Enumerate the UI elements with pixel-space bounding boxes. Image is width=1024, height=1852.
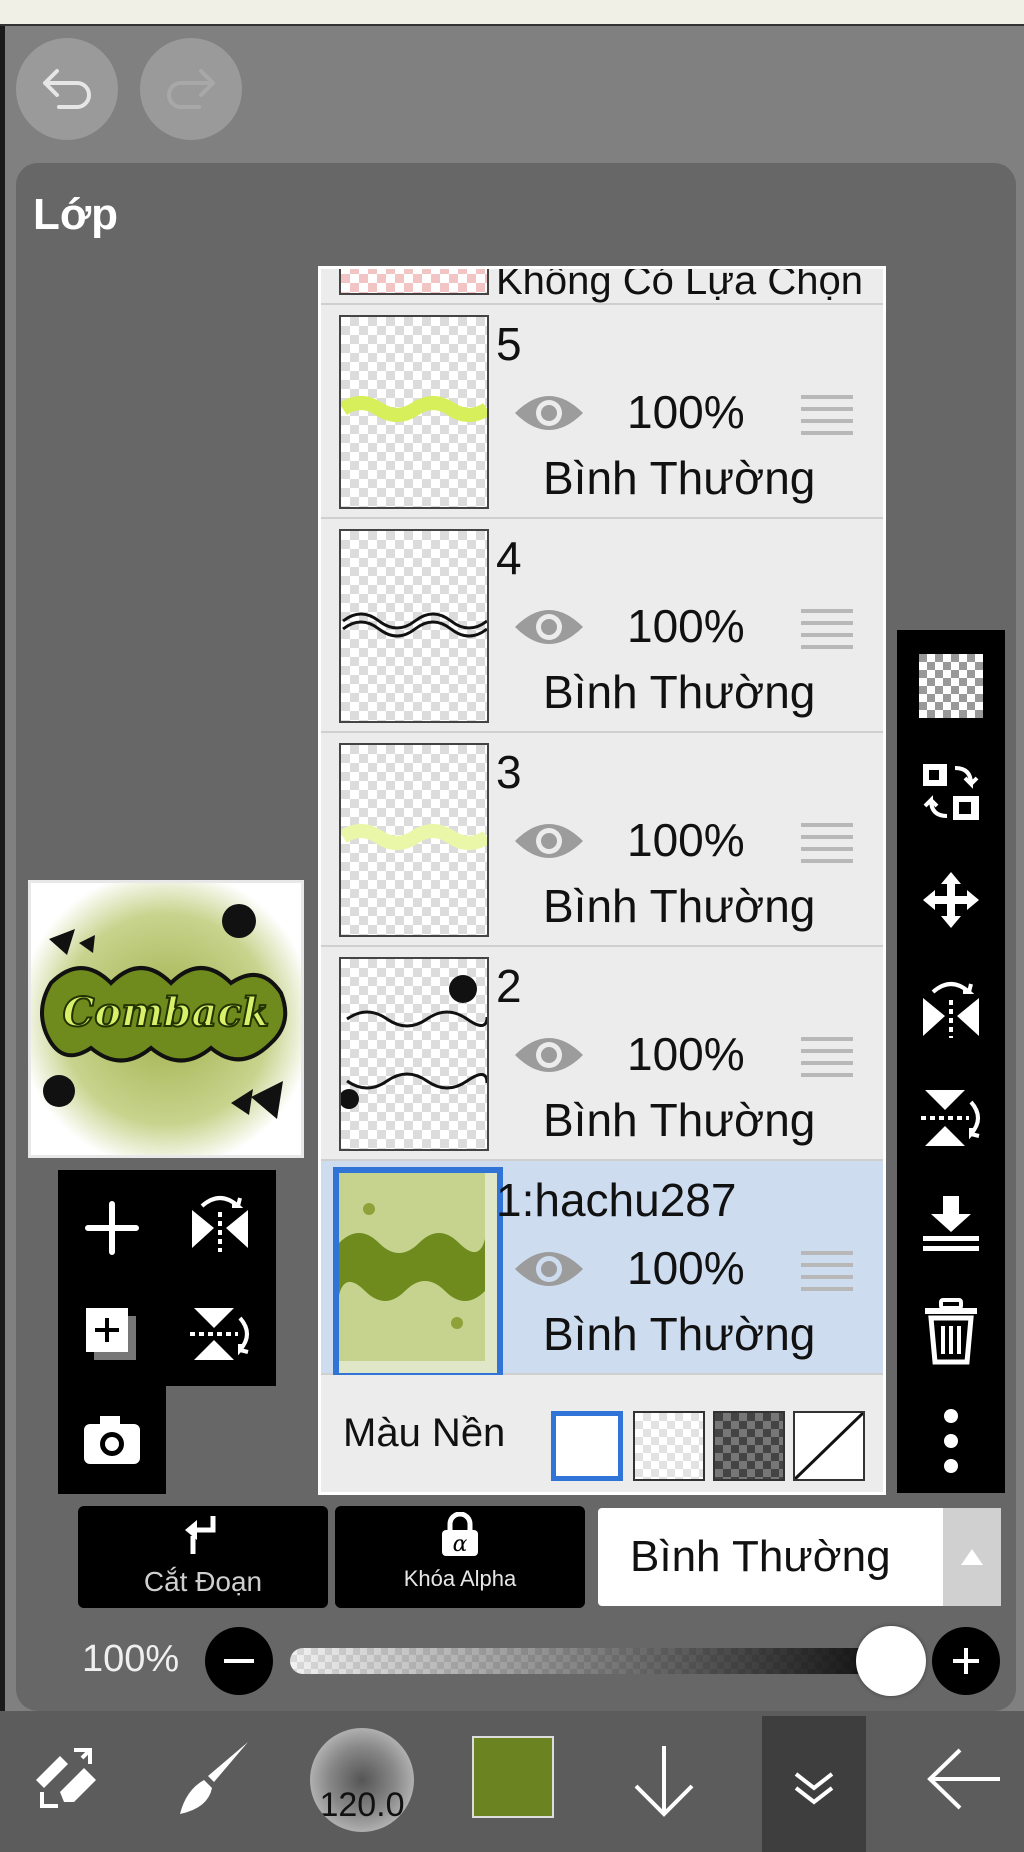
dropdown-arrow-icon[interactable] (943, 1508, 1001, 1606)
flip-vertical-icon[interactable] (897, 1084, 1005, 1148)
layer-row-selection[interactable]: Không Có Lựa Chọn (321, 266, 883, 305)
slider-thumb[interactable] (856, 1626, 926, 1696)
status-strip (0, 0, 1024, 26)
eye-icon[interactable] (511, 387, 587, 444)
layer-row[interactable]: 5 100% Bình Thường (321, 305, 883, 519)
redo-icon (167, 69, 215, 109)
svg-text:α: α (453, 1532, 468, 1557)
chevron-double-down-icon (794, 1772, 834, 1805)
more-icon[interactable] (897, 1406, 1005, 1476)
layer-row[interactable]: 4 100% Bình Thường (321, 519, 883, 733)
layer-name: 4 (496, 532, 522, 584)
redo-button[interactable] (140, 38, 242, 140)
layer-thumbnail (333, 1167, 503, 1379)
layer-name: 3 (496, 746, 522, 798)
bg-white-option[interactable] (551, 1411, 623, 1481)
opacity-label: 100% (82, 1638, 180, 1680)
merge-down-icon[interactable] (897, 1192, 1005, 1256)
add-layer-icon[interactable] (80, 1196, 144, 1265)
layer-opacity: 100% (627, 600, 745, 652)
plus-icon (953, 1648, 979, 1674)
flip-icon[interactable] (188, 1192, 252, 1261)
layer-row-selected[interactable]: 1:hachu287 100% Bình Thường (321, 1161, 883, 1379)
layer-list[interactable]: Không Có Lựa Chọn 5 100% Bình Thường 4 1… (318, 266, 886, 1495)
layer-name: 5 (496, 318, 522, 370)
eye-icon[interactable] (511, 1243, 587, 1300)
checker-icon[interactable] (897, 654, 1005, 718)
drag-handle-icon[interactable] (801, 395, 853, 443)
alpha-lock-label: Khóa Alpha (403, 1566, 517, 1591)
layer-row[interactable]: 3 100% Bình Thường (321, 733, 883, 947)
opacity-increase-button[interactable] (932, 1627, 1000, 1695)
layer-row[interactable]: 2 100% Bình Thường (321, 947, 883, 1161)
layer-name: 1:hachu287 (496, 1174, 737, 1226)
minus-icon (224, 1659, 254, 1663)
layer-thumbnail (339, 269, 489, 295)
layer-opacity: 100% (627, 814, 745, 866)
layer-opacity: 100% (627, 1242, 745, 1294)
panel-title: Lớp (33, 190, 119, 239)
layer-thumbnail (339, 957, 489, 1151)
tool-switch-icon[interactable] (30, 1740, 104, 1819)
undo-icon (43, 69, 91, 109)
layer-opacity: 100% (627, 386, 745, 438)
eye-icon[interactable] (511, 815, 587, 872)
right-toolbar (897, 630, 1005, 1493)
canvas-preview: Comback (28, 880, 304, 1158)
layer-thumbnail (339, 315, 489, 509)
arrow-down-icon[interactable] (628, 1742, 700, 1823)
brush-size-button[interactable]: 120.0 (310, 1728, 414, 1832)
layer-blend-mode: Bình Thường (543, 1308, 816, 1360)
drag-handle-icon[interactable] (801, 1251, 853, 1299)
bg-none-option[interactable] (793, 1411, 865, 1481)
blend-mode-select[interactable]: Bình Thường (598, 1508, 1001, 1606)
layer-opacity: 100% (627, 1028, 745, 1080)
move-icon[interactable] (897, 868, 1005, 932)
color-swatch[interactable] (472, 1736, 554, 1818)
back-arrow-icon[interactable] (924, 1746, 1004, 1817)
collapse-button[interactable] (762, 1716, 866, 1852)
bg-transparent-light-option[interactable] (633, 1411, 705, 1481)
layer-blend-mode: Bình Thường (543, 666, 816, 718)
preview-text: Comback (63, 989, 270, 1036)
layer-name: Không Có Lựa Chọn (496, 266, 864, 303)
flip-horizontal-icon[interactable] (897, 976, 1005, 1040)
layer-blend-mode: Bình Thường (543, 880, 816, 932)
background-color-row: Màu Nền (321, 1375, 883, 1492)
lock-icon: α (442, 1512, 478, 1557)
eye-icon[interactable] (511, 1029, 587, 1086)
duplicate-icon[interactable] (80, 1302, 144, 1371)
background-label: Màu Nền (343, 1411, 506, 1455)
drag-handle-icon[interactable] (801, 1037, 853, 1085)
layer-blend-mode: Bình Thường (543, 452, 816, 504)
layer-blend-mode: Bình Thường (543, 1094, 816, 1146)
brush-size-value: 120.0 (319, 1786, 405, 1824)
eye-icon[interactable] (511, 601, 587, 658)
bg-transparent-dark-option[interactable] (713, 1411, 785, 1481)
brush-icon[interactable] (174, 1738, 254, 1823)
layer-name: 2 (496, 960, 522, 1012)
drag-handle-icon[interactable] (801, 823, 853, 871)
swap-layers-icon[interactable] (897, 760, 1005, 824)
layer-thumbnail (339, 529, 489, 723)
trash-icon[interactable] (897, 1298, 1005, 1366)
undo-button[interactable] (16, 38, 118, 140)
left-edge (0, 26, 5, 1852)
clip-label: Cắt Đoạn (143, 1566, 263, 1597)
blend-mode-value: Bình Thường (630, 1532, 891, 1581)
opacity-decrease-button[interactable] (205, 1627, 273, 1695)
clip-button[interactable]: Cắt Đoạn (78, 1506, 328, 1608)
clip-icon (185, 1516, 216, 1554)
drag-handle-icon[interactable] (801, 609, 853, 657)
camera-icon[interactable] (80, 1408, 144, 1477)
alpha-lock-button[interactable]: α Khóa Alpha (335, 1506, 585, 1608)
layer-thumbnail (339, 743, 489, 937)
flip-vertical-icon[interactable] (188, 1300, 252, 1369)
opacity-slider[interactable] (290, 1648, 926, 1674)
